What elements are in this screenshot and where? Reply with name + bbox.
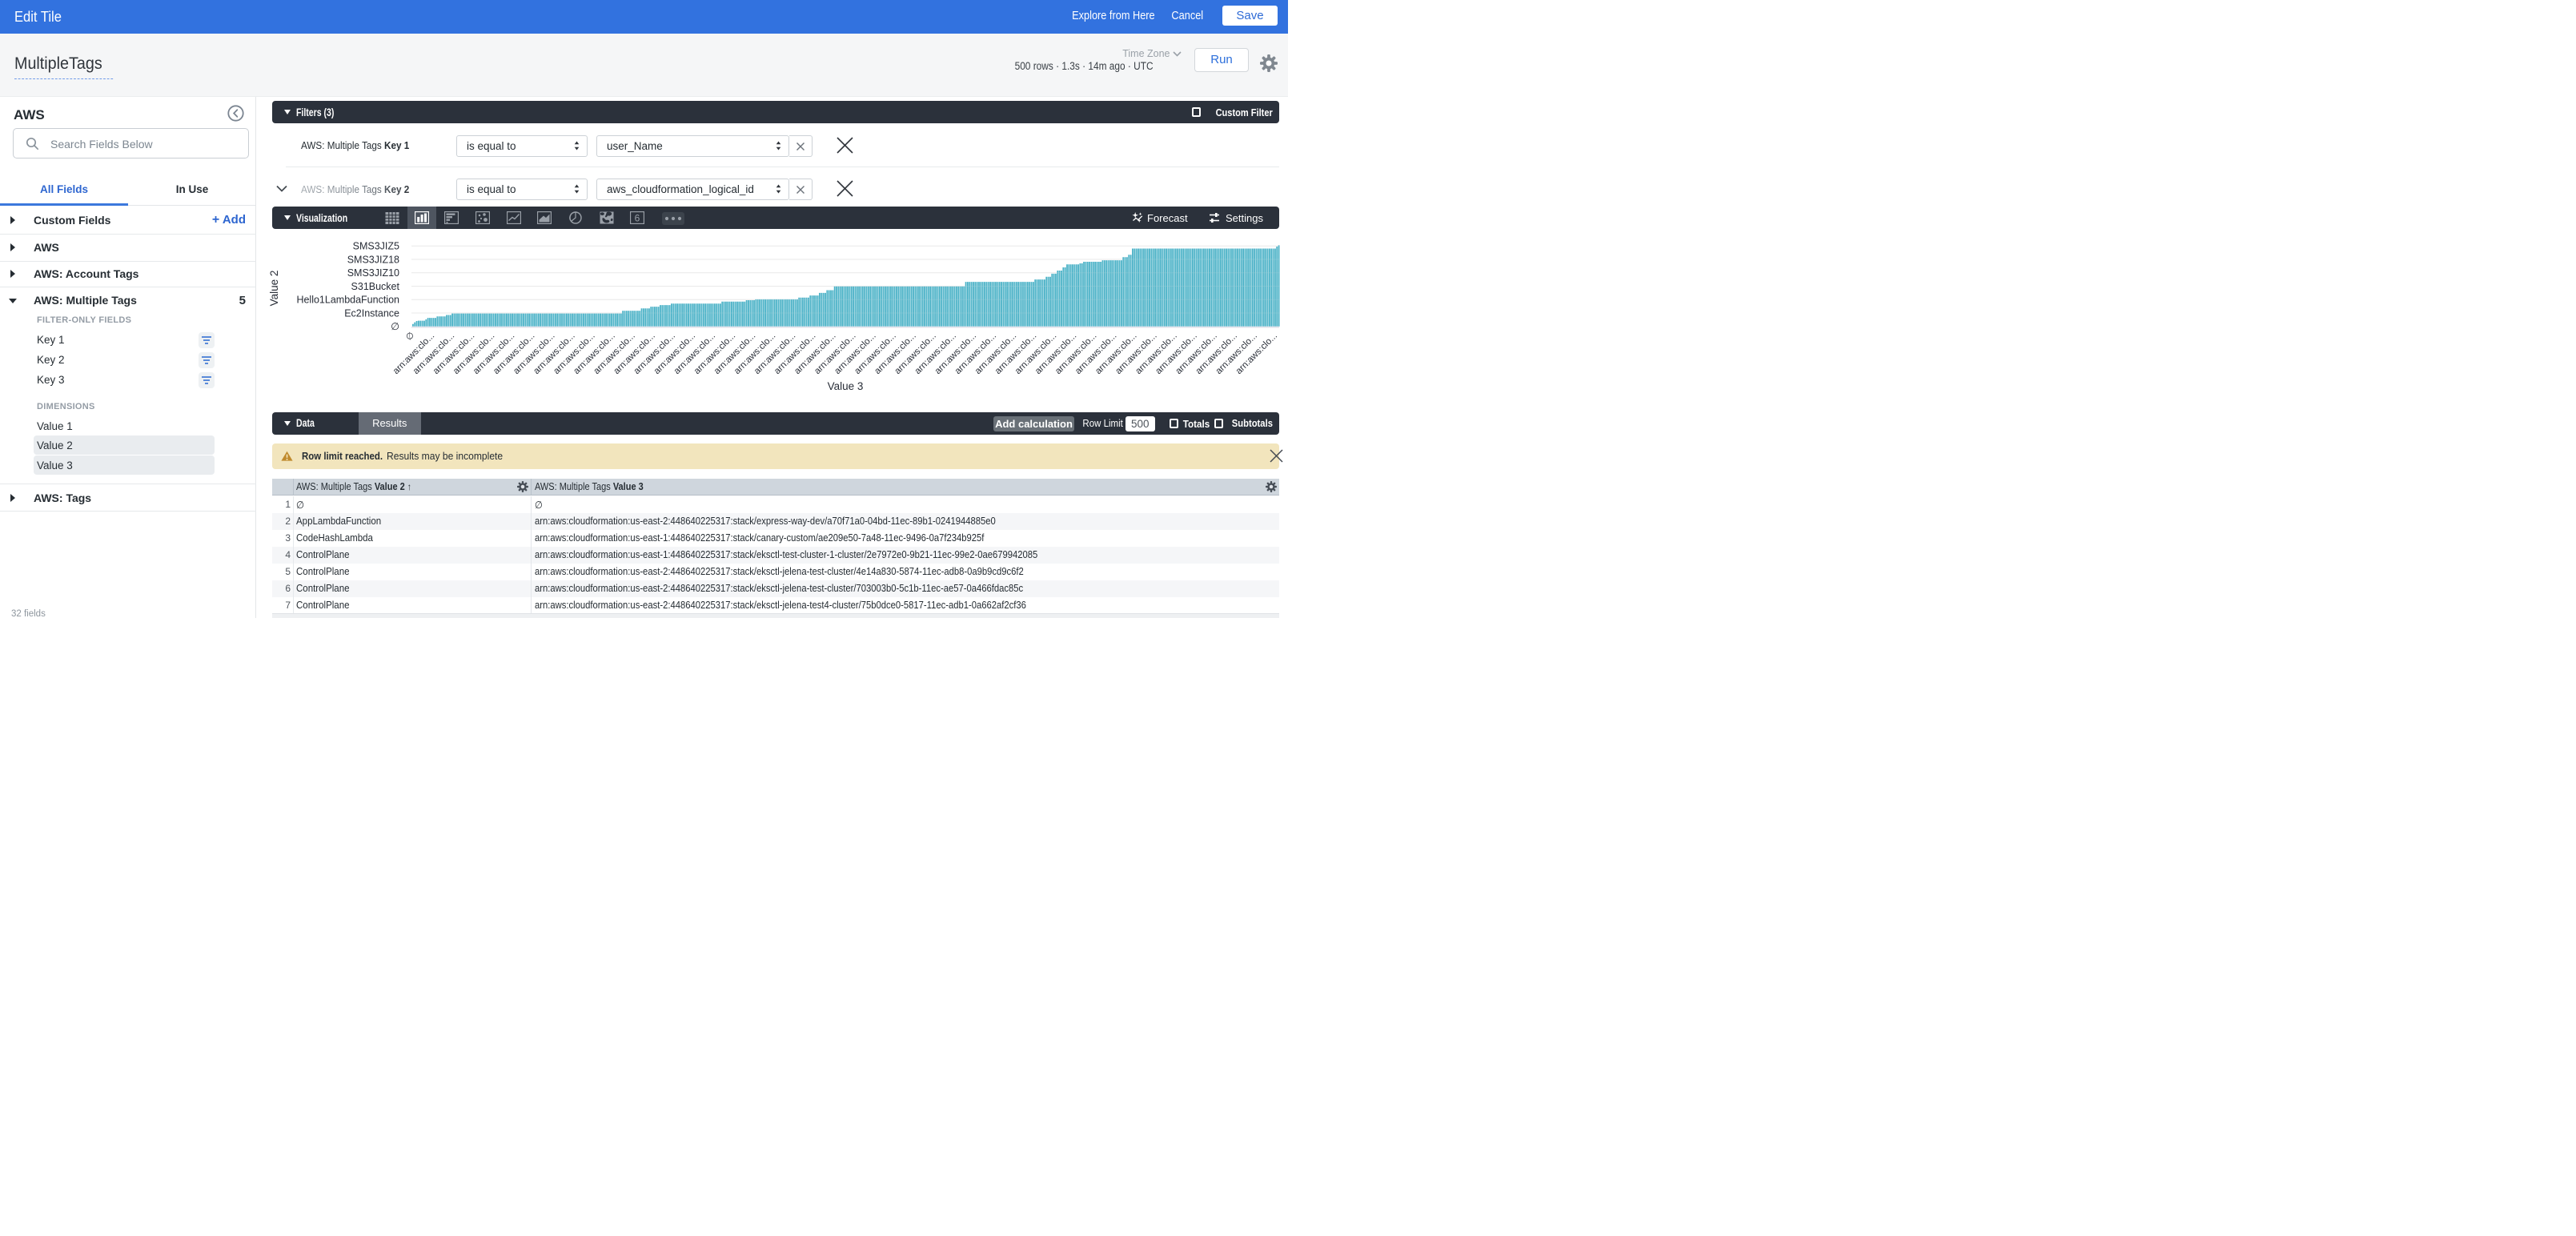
svg-text:Value 3: Value 3: [828, 380, 864, 392]
svg-text:S31Bucket: S31Bucket: [351, 281, 400, 292]
svg-text:Ec2Instance: Ec2Instance: [344, 308, 399, 319]
svg-text:SMS3JIZ5: SMS3JIZ5: [353, 241, 399, 252]
svg-text:Hello1LambdaFunction: Hello1LambdaFunction: [296, 295, 399, 306]
svg-text:∅: ∅: [391, 321, 399, 332]
svg-text:Value 2: Value 2: [268, 271, 280, 307]
svg-text:∅: ∅: [404, 331, 416, 343]
svg-text:SMS3JIZ18: SMS3JIZ18: [347, 255, 399, 266]
svg-text:6: 6: [635, 213, 640, 224]
svg-text:SMS3JIZ10: SMS3JIZ10: [347, 267, 399, 279]
